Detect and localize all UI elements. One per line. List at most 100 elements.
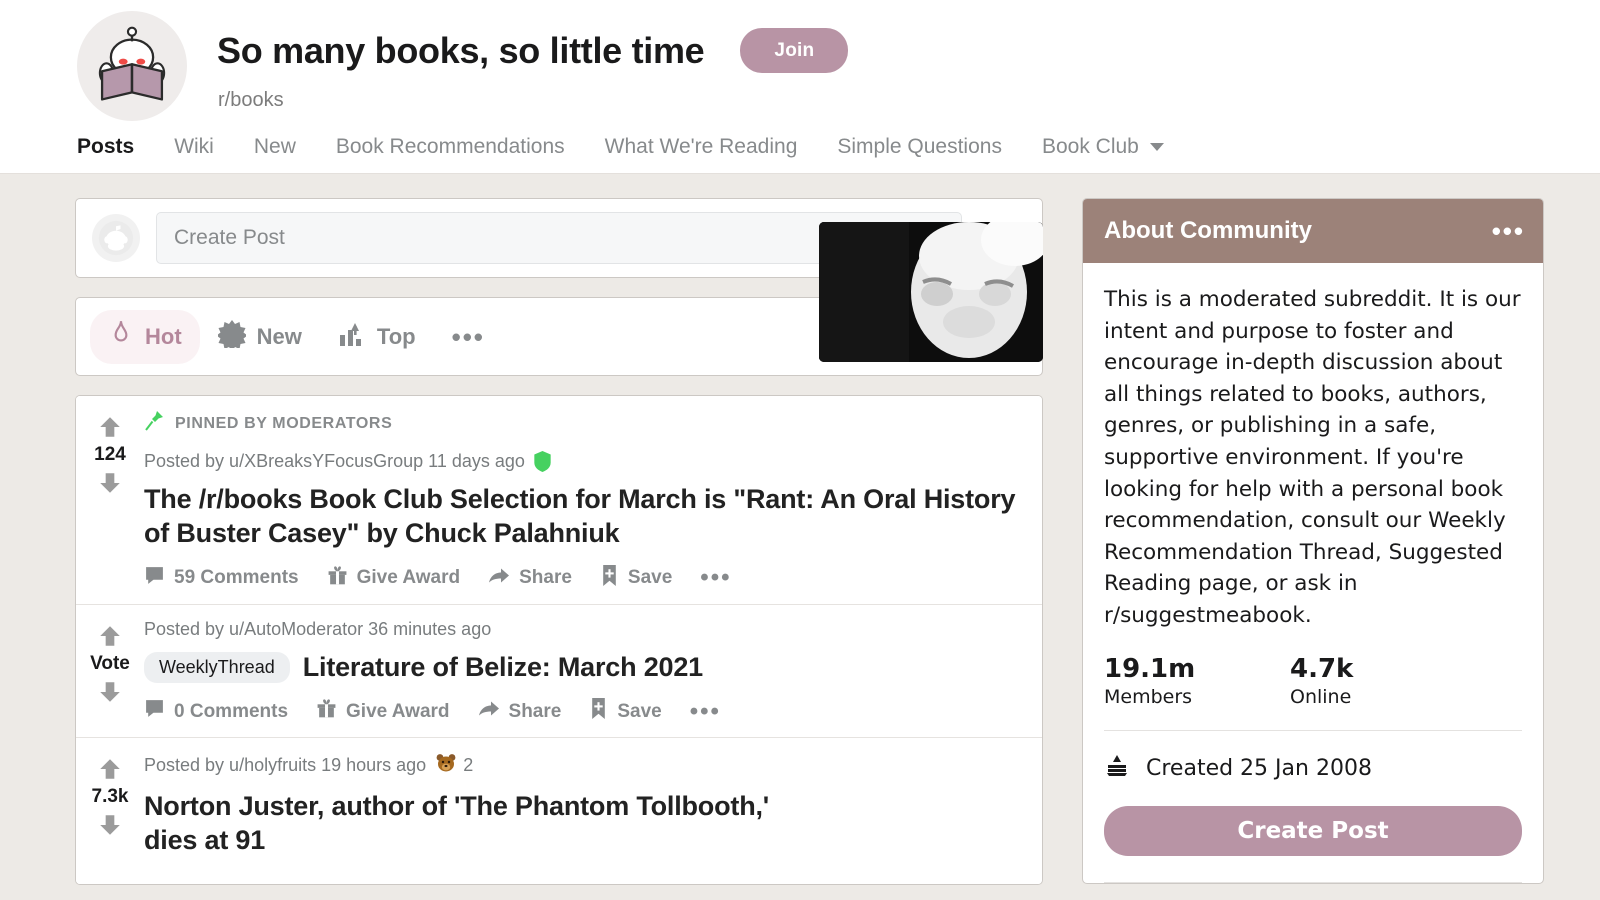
tab-posts[interactable]: Posts <box>77 130 154 164</box>
tab-new[interactable]: New <box>234 130 316 164</box>
sort-new-label: New <box>256 323 302 349</box>
flame-icon <box>108 319 134 355</box>
join-button[interactable]: Join <box>740 28 849 73</box>
post-meta: Posted by u/XBreaksYFocusGroup 11 days a… <box>144 451 1028 472</box>
downvote-icon[interactable] <box>97 679 123 705</box>
comment-icon <box>144 565 165 592</box>
tab-book-recommendations[interactable]: Book Recommendations <box>316 130 585 164</box>
share-button[interactable]: Share <box>478 698 562 725</box>
snoo-reading-book-icon[interactable] <box>77 11 187 121</box>
post-awards[interactable]: 2 <box>435 752 473 779</box>
comments-button[interactable]: 0 Comments <box>144 698 288 725</box>
pinned-row: PINNED BY MODERATORS <box>144 410 1028 437</box>
post-title[interactable]: The /r/books Book Club Selection for Mar… <box>144 483 1028 551</box>
main-column: Hot New <box>75 198 1043 885</box>
share-button[interactable]: Share <box>488 565 572 592</box>
cake-slice-icon <box>1104 753 1130 784</box>
post-title[interactable]: Norton Juster, author of 'The Phantom To… <box>144 790 796 858</box>
community-handle: r/books <box>218 89 284 111</box>
members-label: Members <box>1104 685 1193 708</box>
table-row[interactable]: 124 PINNED BY MODERATORS Posted by u/XBr… <box>76 396 1042 605</box>
online-count: 4.7k <box>1290 653 1354 684</box>
vote-column: 124 <box>76 396 144 604</box>
bear-award-icon <box>435 752 457 779</box>
post-author-line[interactable]: Posted by u/holyfruits 19 hours ago <box>144 755 426 776</box>
gift-icon <box>327 565 348 592</box>
tab-book-club-label: Book Club <box>1041 135 1139 158</box>
upvote-icon[interactable] <box>97 414 123 440</box>
post-author-line[interactable]: Posted by u/AutoModerator 36 minutes ago <box>144 619 491 640</box>
snoo-avatar-icon <box>92 214 140 262</box>
tab-wiki[interactable]: Wiki <box>154 130 234 164</box>
award-count: 2 <box>463 755 474 776</box>
online-label: Online <box>1290 685 1352 708</box>
give-award-label: Give Award <box>346 700 450 722</box>
share-arrow-icon <box>488 565 510 592</box>
give-award-label: Give Award <box>356 567 461 588</box>
page-title: So many books, so little time <box>217 29 705 71</box>
comment-icon <box>144 698 165 725</box>
community-nav-tabs: Posts Wiki New Book Recommendations What… <box>77 130 1184 164</box>
sidebar-create-post-button[interactable]: Create Post <box>1104 805 1522 856</box>
created-row: Created 25 Jan 2008 <box>1104 731 1522 784</box>
sidebar-bottom-divider <box>1104 881 1522 883</box>
post-more-button[interactable]: ••• <box>700 566 731 590</box>
post-meta: Posted by u/holyfruits 19 hours ago 2 <box>144 752 796 779</box>
post-actions: 0 Comments Give Award Share Save ••• <box>144 698 1028 725</box>
share-label: Share <box>508 700 562 722</box>
sort-new[interactable]: New <box>200 311 320 363</box>
sort-top[interactable]: Top <box>320 311 434 363</box>
save-button[interactable]: Save <box>600 564 673 592</box>
downvote-icon[interactable] <box>97 470 123 496</box>
upvote-icon[interactable] <box>97 623 123 649</box>
tab-what-were-reading[interactable]: What We're Reading <box>585 130 818 164</box>
table-row[interactable]: 7.3k Posted by u/holyfruits 19 hours ago <box>76 222 1043 884</box>
about-community-more-button[interactable]: ••• <box>1492 218 1525 244</box>
share-label: Share <box>519 567 572 588</box>
sort-hot[interactable]: Hot <box>90 309 200 364</box>
post-more-button[interactable]: ••• <box>690 699 721 723</box>
about-community-body: This is a moderated subreddit. It is our… <box>1083 263 1543 883</box>
gift-icon <box>316 698 337 725</box>
vote-score: 7.3k <box>91 786 129 808</box>
pinned-label: PINNED BY MODERATORS <box>175 414 393 432</box>
tab-book-club[interactable]: Book Club <box>1022 130 1184 164</box>
page-content: Hot New <box>0 174 1600 900</box>
share-arrow-icon <box>478 698 500 725</box>
mod-shield-icon <box>534 451 551 472</box>
give-award-button[interactable]: Give Award <box>316 698 450 725</box>
starburst-icon <box>216 319 248 354</box>
stat-online: 4.7k Online <box>1290 654 1476 708</box>
vote-column: 7.3k <box>76 738 144 884</box>
save-button[interactable]: Save <box>589 698 662 725</box>
comments-count-label: 0 Comments <box>174 700 289 722</box>
sort-hot-label: Hot <box>145 323 182 349</box>
give-award-button[interactable]: Give Award <box>327 565 461 592</box>
bookmark-plus-icon <box>589 698 608 725</box>
vote-column: Vote <box>76 604 144 738</box>
chevron-down-icon <box>1149 143 1164 151</box>
vote-score: 124 <box>94 444 126 465</box>
table-row[interactable]: Vote Posted by u/AutoModerator 36 minute… <box>76 604 1042 739</box>
post-meta: Posted by u/AutoModerator 36 minutes ago <box>144 619 1028 640</box>
comments-count-label: 59 Comments <box>174 567 299 588</box>
community-stats: 19.1m Members 4.7k Online <box>1104 654 1522 708</box>
post-flair[interactable]: WeeklyThread <box>144 651 290 683</box>
post-title[interactable]: Literature of Belize: March 2021 <box>303 651 703 685</box>
downvote-icon[interactable] <box>97 812 123 838</box>
post-body: Posted by u/holyfruits 19 hours ago 2 No… <box>144 738 1042 884</box>
about-community-card: About Community ••• This is a moderated … <box>1082 198 1544 884</box>
bar-chart-up-icon <box>338 320 366 354</box>
upvote-icon[interactable] <box>97 756 123 782</box>
post-author-line[interactable]: Posted by u/XBreaksYFocusGroup 11 days a… <box>144 451 525 472</box>
save-label: Save <box>617 700 662 722</box>
stat-members: 19.1m Members <box>1104 654 1290 708</box>
sidebar: About Community ••• This is a moderated … <box>1082 198 1544 884</box>
comments-button[interactable]: 59 Comments <box>144 565 299 592</box>
community-title-row: So many books, so little time Join <box>217 28 849 73</box>
save-label: Save <box>627 567 673 588</box>
vote-score: Vote <box>90 652 130 674</box>
post-list: 124 PINNED BY MODERATORS Posted by u/XBr… <box>75 222 1043 885</box>
tab-simple-questions[interactable]: Simple Questions <box>817 130 1022 164</box>
sort-more-button[interactable]: ••• <box>434 324 503 350</box>
